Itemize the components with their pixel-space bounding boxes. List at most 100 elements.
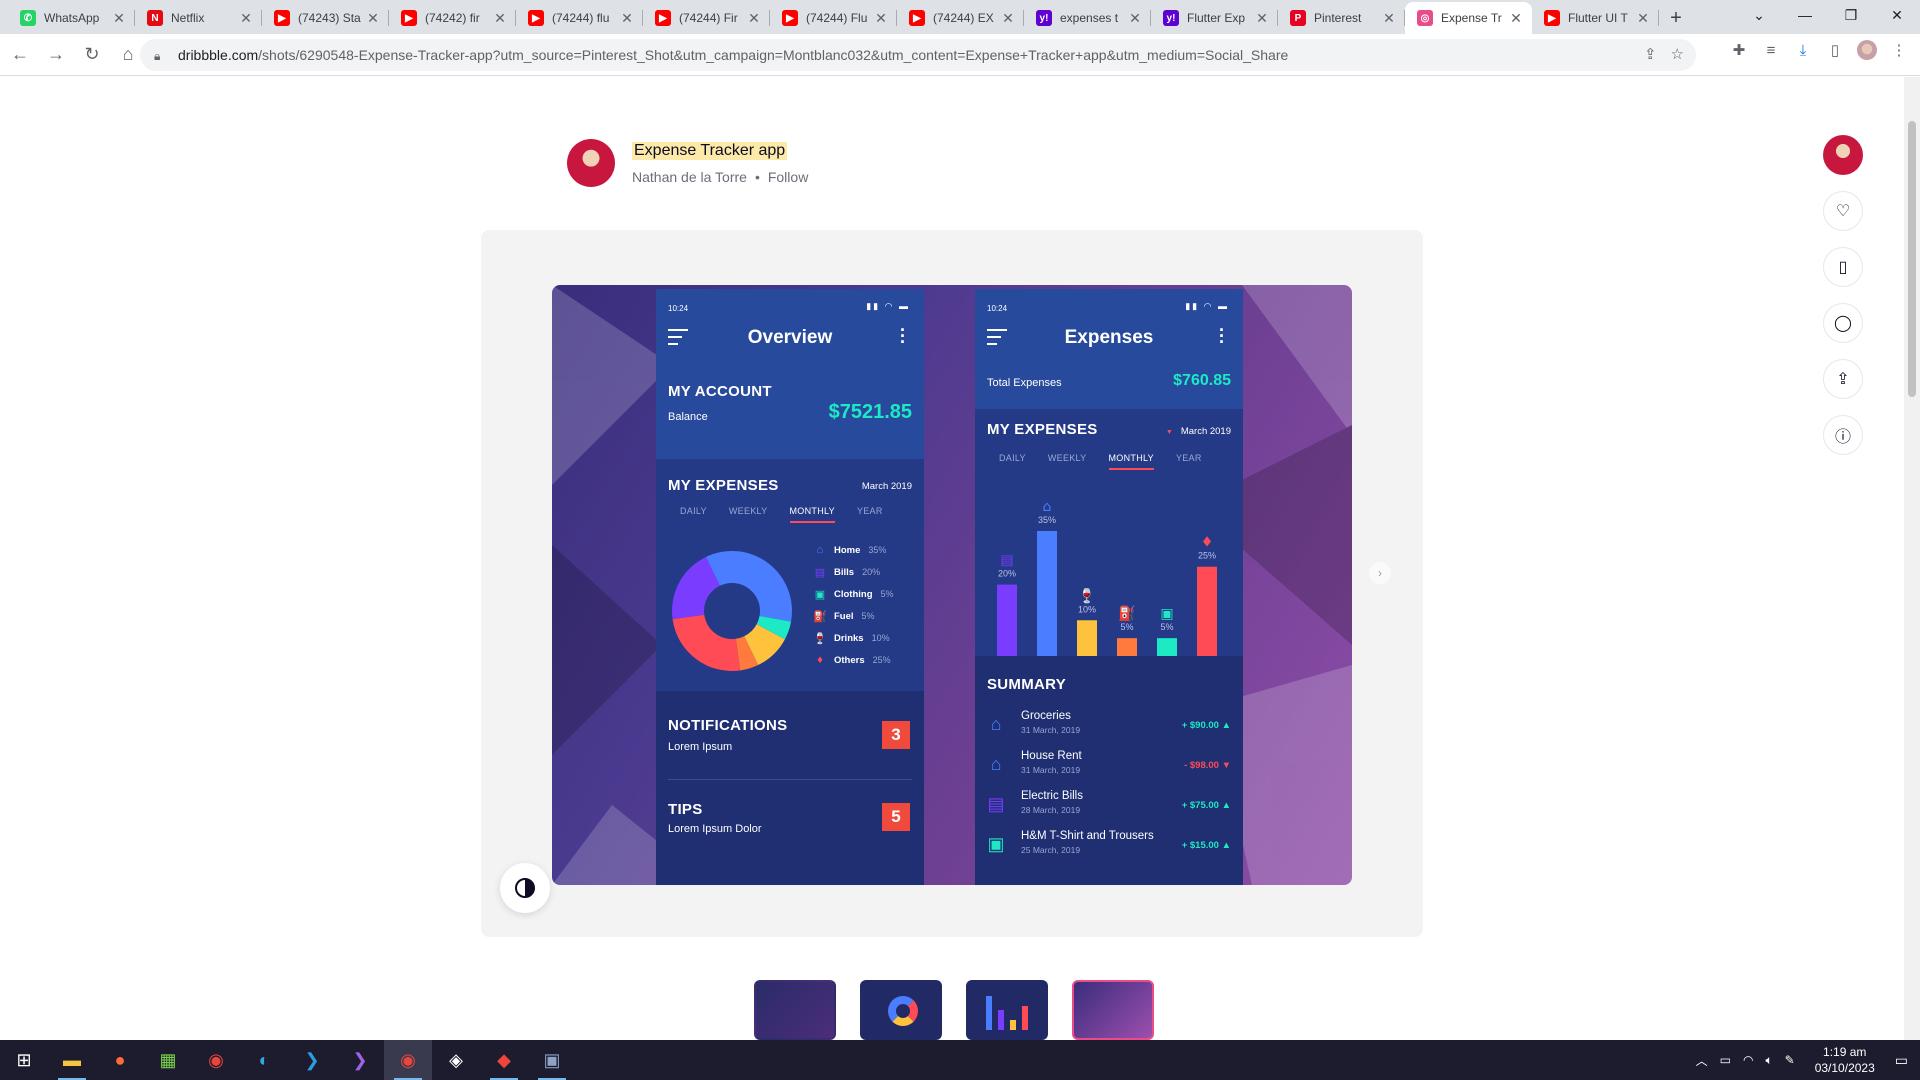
media-icon[interactable]: ≡ bbox=[1760, 39, 1782, 61]
pen-icon[interactable]: ✎ bbox=[1785, 1053, 1795, 1067]
close-tab-icon[interactable]: ✕ bbox=[873, 10, 889, 27]
clock[interactable]: 1:19 am 03/10/2023 bbox=[1815, 1044, 1875, 1076]
browser-tab[interactable]: ✆ WhatsApp ✕ bbox=[8, 2, 135, 34]
side-panel-icon[interactable]: ▯ bbox=[1824, 39, 1846, 61]
browser-tab[interactable]: y! expenses t ✕ bbox=[1024, 2, 1151, 34]
close-tab-icon[interactable]: ✕ bbox=[492, 10, 508, 27]
close-tab-icon[interactable]: ✕ bbox=[1381, 10, 1397, 27]
status-time: 10:24 bbox=[668, 304, 689, 313]
summary-item[interactable]: ⌂ Groceries 31 March, 2019 + $90.00 ▲ bbox=[985, 710, 1231, 746]
share-icon[interactable]: ⇪ bbox=[1823, 359, 1863, 399]
close-tab-icon[interactable]: ✕ bbox=[1254, 10, 1270, 27]
new-tab-button[interactable]: + bbox=[1659, 2, 1693, 34]
summary-item[interactable]: ▣ H&M T-Shirt and Trousers 25 March, 2019 +… bbox=[985, 830, 1231, 866]
period-tab-daily[interactable]: DAILY bbox=[680, 506, 707, 523]
file-explorer-icon[interactable]: ▬ bbox=[48, 1040, 96, 1080]
kebab-icon[interactable]: · · · bbox=[1219, 321, 1225, 351]
close-tab-icon[interactable]: ✕ bbox=[1635, 10, 1651, 27]
author-avatar[interactable] bbox=[567, 139, 615, 187]
author-name[interactable]: Nathan de la Torre bbox=[632, 169, 747, 185]
browser-tab[interactable]: ▶ (74244) Fir ✕ bbox=[643, 2, 770, 34]
close-tab-icon[interactable]: ✕ bbox=[619, 10, 635, 27]
forward-icon[interactable]: → bbox=[40, 39, 72, 71]
contrast-toggle-button[interactable] bbox=[500, 863, 550, 913]
info-icon[interactable]: ⓘ bbox=[1823, 415, 1863, 455]
app-icon[interactable]: ▦ bbox=[144, 1040, 192, 1080]
address-bar[interactable]: 🔒︎ dribbble.com/shots/6290548-Expense-Tr… bbox=[140, 39, 1696, 71]
summary-item[interactable]: ⌂ House Rent 31 March, 2019 - $98.00 ▼ bbox=[985, 750, 1231, 786]
thumbnail-2[interactable] bbox=[860, 980, 942, 1040]
next-shot-arrow[interactable]: › bbox=[1369, 562, 1391, 584]
kebab-icon[interactable]: · · · bbox=[900, 321, 906, 351]
period-tab-year[interactable]: YEAR bbox=[857, 506, 883, 523]
thumbnail-4[interactable] bbox=[1072, 980, 1154, 1040]
close-tab-icon[interactable]: ✕ bbox=[1127, 10, 1143, 27]
minimize-button[interactable]: — bbox=[1782, 0, 1828, 30]
browser-tab[interactable]: ◎ Expense Tr ✕ bbox=[1405, 2, 1532, 34]
back-icon[interactable]: ← bbox=[4, 39, 36, 71]
start-icon[interactable]: ⊞ bbox=[0, 1040, 48, 1080]
volume-icon[interactable]: 🔈︎ bbox=[1765, 1053, 1772, 1068]
wifi-icon[interactable]: ◠ bbox=[1743, 1053, 1753, 1067]
period-tab-year[interactable]: YEAR bbox=[1176, 453, 1202, 470]
reload-icon[interactable]: ↻ bbox=[76, 39, 108, 71]
extensions-icon[interactable]: ✚ bbox=[1728, 39, 1750, 61]
comment-icon[interactable]: ◯ bbox=[1823, 303, 1863, 343]
browser-tab[interactable]: ▶ (74243) Sta ✕ bbox=[262, 2, 389, 34]
thumbnail-3[interactable] bbox=[966, 980, 1048, 1040]
browser-tab[interactable]: ▶ (74244) EX ✕ bbox=[897, 2, 1024, 34]
designer-avatar[interactable] bbox=[1823, 135, 1863, 175]
vscode-icon[interactable]: ❯ bbox=[288, 1040, 336, 1080]
close-tab-icon[interactable]: ✕ bbox=[111, 10, 127, 27]
bookmark-star-icon[interactable]: ☆ bbox=[1671, 45, 1684, 63]
period-tab-weekly[interactable]: WEEKLY bbox=[729, 506, 768, 523]
close-tab-icon[interactable]: ✕ bbox=[746, 10, 762, 27]
legend-item: ♦ Others 25% bbox=[812, 649, 894, 671]
scrollbar-thumb[interactable] bbox=[1908, 121, 1916, 397]
chrome-active-icon[interactable]: ◉ bbox=[384, 1040, 432, 1080]
tab-title: (74244) EX bbox=[933, 11, 994, 25]
notifications-icon[interactable]: ▭ bbox=[1895, 1052, 1908, 1069]
tips-badge[interactable]: 5 bbox=[882, 803, 910, 831]
close-tab-icon[interactable]: ✕ bbox=[238, 10, 254, 27]
browser-tab[interactable]: ▶ (74242) fir ✕ bbox=[389, 2, 516, 34]
restore-button[interactable]: ❐ bbox=[1828, 0, 1874, 30]
browser-tab[interactable]: N Netflix ✕ bbox=[135, 2, 262, 34]
period-tab-daily[interactable]: DAILY bbox=[999, 453, 1026, 470]
profile-avatar[interactable] bbox=[1856, 39, 1878, 61]
like-heart-icon[interactable]: ♡ bbox=[1823, 191, 1863, 231]
postman-icon[interactable]: ● bbox=[96, 1040, 144, 1080]
period-tab-monthly[interactable]: MONTHLY bbox=[1108, 453, 1154, 470]
anydesk-icon[interactable]: ◆ bbox=[480, 1040, 528, 1080]
edge-icon[interactable]: ◐ bbox=[240, 1040, 288, 1080]
period-tab-weekly[interactable]: WEEKLY bbox=[1048, 453, 1087, 470]
browser-tab[interactable]: ▶ (74244) flu ✕ bbox=[516, 2, 643, 34]
battery-icon[interactable]: ▭ bbox=[1720, 1053, 1731, 1067]
close-tab-icon[interactable]: ✕ bbox=[1000, 10, 1016, 27]
chrome-icon[interactable]: ◉ bbox=[192, 1040, 240, 1080]
page-scrollbar[interactable] bbox=[1904, 77, 1920, 1040]
save-bookmark-icon[interactable]: ▯ bbox=[1823, 247, 1863, 287]
browser-tab[interactable]: y! Flutter Exp ✕ bbox=[1151, 2, 1278, 34]
notifications-badge[interactable]: 3 bbox=[882, 721, 910, 749]
tab-search-icon[interactable]: ⌄ bbox=[1736, 0, 1782, 30]
shot-image[interactable]: 10:24 ▮▮ ◠ ▬ Overview · · · MY ACCOUNT Bal… bbox=[552, 285, 1352, 885]
close-tab-icon[interactable]: ✕ bbox=[1508, 10, 1524, 27]
close-tab-icon[interactable]: ✕ bbox=[365, 10, 381, 27]
browser-tab[interactable]: P Pinterest ✕ bbox=[1278, 2, 1405, 34]
thumbnail-1[interactable] bbox=[754, 980, 836, 1040]
tray-chevron-icon[interactable]: ︿ bbox=[1696, 1052, 1708, 1069]
emulator-icon[interactable]: ▣ bbox=[528, 1040, 576, 1080]
download-icon[interactable]: ⤓ bbox=[1792, 39, 1814, 61]
browser-tab[interactable]: ▶ Flutter UI T ✕ bbox=[1532, 2, 1659, 34]
menu-icon[interactable]: ⋮ bbox=[1888, 39, 1910, 61]
android-studio-icon[interactable]: ◈ bbox=[432, 1040, 480, 1080]
visual-studio-icon[interactable]: ❯ bbox=[336, 1040, 384, 1080]
close-window-button[interactable]: ✕ bbox=[1874, 0, 1920, 30]
share-icon[interactable]: ⇪ bbox=[1644, 45, 1657, 63]
expenses-period[interactable]: ▼ March 2019 bbox=[1166, 426, 1231, 437]
period-tab-monthly[interactable]: MONTHLY bbox=[789, 506, 835, 523]
summary-item[interactable]: ▤ Electric Bills 28 March, 2019 + $75.00 ▲ bbox=[985, 790, 1231, 826]
browser-tab[interactable]: ▶ (74244) Flu ✕ bbox=[770, 2, 897, 34]
follow-link[interactable]: Follow bbox=[768, 169, 808, 185]
